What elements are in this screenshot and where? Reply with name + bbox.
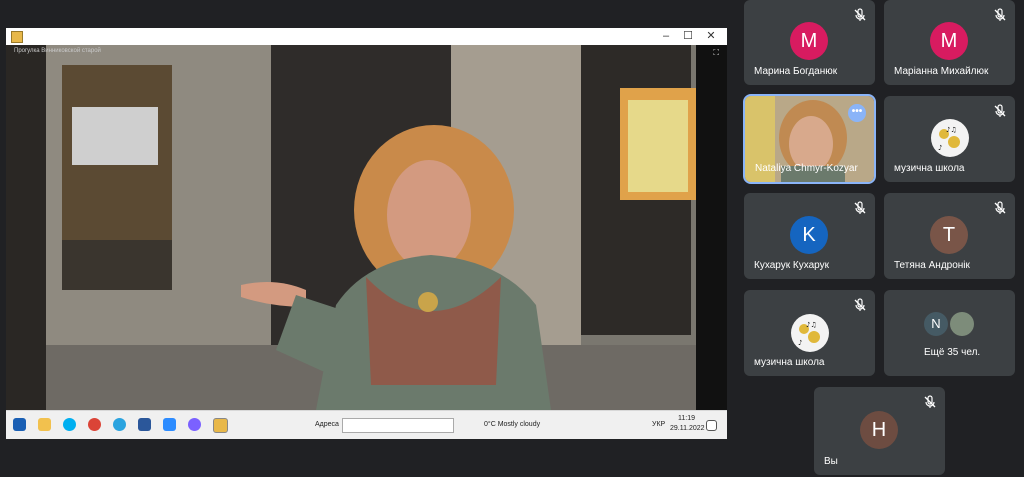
- participant-name: Кухарук Кухарук: [754, 260, 829, 271]
- avatar: K: [790, 216, 828, 254]
- more-participants-label: Ещё 35 чел.: [924, 347, 981, 358]
- avatar-thumbnail: [950, 312, 974, 336]
- participant-name: Марина Богданюк: [754, 66, 838, 77]
- participant-name: Маріанна Михайлюк: [894, 66, 989, 77]
- mic-off-icon: [994, 8, 1006, 21]
- weather-text[interactable]: 0°C Mostly cloudy: [484, 421, 540, 428]
- fullscreen-icon[interactable]: ⛶: [713, 48, 719, 58]
- shared-screen: – ☐ ✕ Прогулка Винниковской старой ⛶ Адр…: [6, 28, 727, 439]
- minimize-button[interactable]: –: [656, 29, 676, 44]
- avatar: ♪♫ ♪: [931, 119, 969, 157]
- svg-text:♪: ♪: [938, 144, 942, 152]
- app-icon: [11, 31, 23, 43]
- participant-name: музична школа: [894, 163, 965, 174]
- svg-text:♪♫: ♪♫: [806, 321, 817, 329]
- address-input[interactable]: [342, 418, 454, 433]
- clock-time[interactable]: 11:19: [678, 415, 695, 422]
- video-app-icon[interactable]: [213, 418, 228, 433]
- skype-icon[interactable]: [63, 418, 76, 431]
- mic-off-icon: [854, 201, 866, 214]
- mic-off-icon: [994, 201, 1006, 214]
- mic-off-icon: [994, 104, 1006, 117]
- more-participants-tile[interactable]: N Ещё 35 чел.: [884, 290, 1015, 376]
- word-icon[interactable]: [138, 418, 151, 431]
- avatar: ♪♫ ♪: [791, 314, 829, 352]
- start-icon[interactable]: [13, 418, 26, 431]
- participant-name: музична школа: [754, 357, 825, 368]
- participant-name: Вы: [824, 456, 838, 467]
- avatar: N: [924, 312, 948, 336]
- windows-taskbar: Адреса 0°C Mostly cloudy УКР 11:19 29.11…: [6, 410, 727, 439]
- telegram-icon[interactable]: [113, 418, 126, 431]
- notifications-icon[interactable]: [706, 420, 717, 431]
- participant-tile[interactable]: ♪♫ ♪ музична школа: [884, 96, 1015, 182]
- self-tile[interactable]: H Вы: [814, 387, 945, 475]
- participant-tile[interactable]: ♪♫ ♪ музична школа: [744, 290, 875, 376]
- avatar: M: [790, 22, 828, 60]
- svg-text:♪♫: ♪♫: [946, 126, 957, 134]
- folder-icon[interactable]: [38, 418, 51, 431]
- video-frame: Прогулка Винниковской старой ⛶: [6, 45, 727, 410]
- mic-off-icon: [854, 298, 866, 311]
- participant-tile[interactable]: M Маріанна Михайлюк: [884, 0, 1015, 85]
- more-options-icon[interactable]: •••: [848, 104, 866, 122]
- video-scene: [6, 45, 727, 410]
- participant-tile[interactable]: T Тетяна Андронік: [884, 193, 1015, 279]
- mic-off-icon: [854, 8, 866, 21]
- close-button[interactable]: ✕: [701, 29, 721, 44]
- chrome-icon[interactable]: [88, 418, 101, 431]
- viber-icon[interactable]: [188, 418, 201, 431]
- avatar: H: [860, 411, 898, 449]
- participant-tile[interactable]: K Кухарук Кухарук: [744, 193, 875, 279]
- zoom-icon[interactable]: [163, 418, 176, 431]
- avatar: M: [930, 22, 968, 60]
- language-indicator[interactable]: УКР: [652, 421, 665, 428]
- mic-off-icon: [924, 395, 936, 408]
- participant-tile-speaking[interactable]: ••• Nataliya Chmyr-Kozyar: [743, 94, 876, 184]
- participant-name: Тетяна Андронік: [894, 260, 970, 271]
- maximize-button[interactable]: ☐: [678, 29, 698, 44]
- participant-tile[interactable]: M Марина Богданюк: [744, 0, 875, 85]
- participant-name: Nataliya Chmyr-Kozyar: [755, 163, 858, 174]
- address-label: Адреса: [315, 421, 339, 428]
- svg-text:♪: ♪: [798, 339, 802, 347]
- avatar: T: [930, 216, 968, 254]
- video-title: Прогулка Винниковской старой: [14, 48, 101, 54]
- window-titlebar: – ☐ ✕: [6, 28, 727, 45]
- clock-date[interactable]: 29.11.2022: [670, 425, 705, 432]
